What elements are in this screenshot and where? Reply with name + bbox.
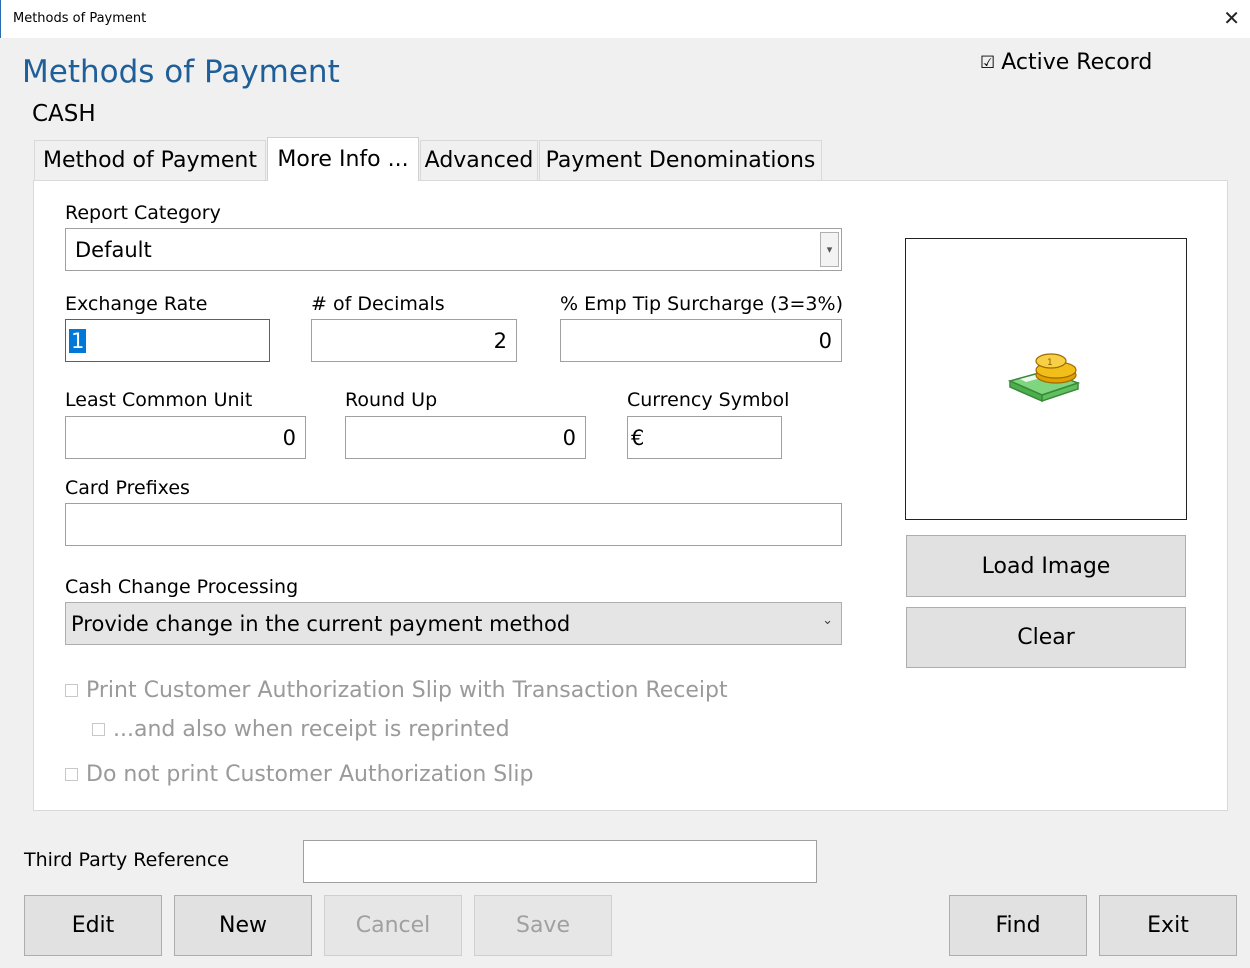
- also-reprinted-label: ...and also when receipt is reprinted: [113, 717, 510, 742]
- print-auth-slip-label: Print Customer Authorization Slip with T…: [86, 678, 728, 703]
- card-prefixes-label: Card Prefixes: [65, 477, 190, 499]
- tip-surcharge-label: % Emp Tip Surcharge (3=3%): [560, 293, 843, 315]
- checkbox-checked-icon: ☑: [980, 52, 996, 73]
- close-icon[interactable]: ✕: [1223, 6, 1240, 30]
- cancel-button[interactable]: Cancel: [324, 895, 462, 956]
- exchange-rate-value: 1: [69, 328, 87, 353]
- exchange-rate-label: Exchange Rate: [65, 293, 208, 315]
- currency-symbol-input[interactable]: €: [627, 416, 782, 459]
- currency-symbol-label: Currency Symbol: [627, 389, 790, 411]
- chevron-down-icon[interactable]: ▾: [820, 232, 839, 267]
- tab-more-info[interactable]: More Info ...: [267, 137, 419, 181]
- report-category-select[interactable]: Default ▾: [65, 228, 842, 271]
- cash-coins-icon: 1: [1007, 353, 1081, 403]
- round-up-label: Round Up: [345, 389, 438, 411]
- exit-button[interactable]: Exit: [1099, 895, 1237, 956]
- tip-surcharge-value: 0: [818, 328, 832, 353]
- chevron-down-icon[interactable]: ⌄: [822, 613, 833, 628]
- card-prefixes-input[interactable]: [65, 503, 842, 546]
- tab-method-of-payment[interactable]: Method of Payment: [34, 140, 266, 180]
- window-title: Methods of Payment: [13, 11, 147, 26]
- currency-symbol-value: €: [631, 425, 645, 450]
- report-category-value: Default: [75, 237, 152, 262]
- checkbox-icon: [65, 768, 78, 781]
- load-image-button[interactable]: Load Image: [906, 535, 1186, 597]
- round-up-value: 0: [562, 425, 576, 450]
- find-button[interactable]: Find: [949, 895, 1087, 956]
- cash-change-value: Provide change in the current payment me…: [71, 611, 571, 636]
- decimals-label: # of Decimals: [311, 293, 445, 315]
- do-not-print-label: Do not print Customer Authorization Slip: [86, 762, 534, 787]
- also-reprinted-checkbox[interactable]: ...and also when receipt is reprinted: [92, 717, 510, 742]
- least-common-unit-value: 0: [282, 425, 296, 450]
- third-party-input[interactable]: [303, 840, 817, 883]
- do-not-print-checkbox[interactable]: Do not print Customer Authorization Slip: [65, 762, 533, 787]
- checkbox-icon: [92, 723, 105, 736]
- third-party-label: Third Party Reference: [24, 849, 229, 871]
- exchange-rate-input[interactable]: 1: [65, 319, 270, 362]
- tab-advanced[interactable]: Advanced: [420, 140, 538, 180]
- cash-change-label: Cash Change Processing: [65, 576, 299, 598]
- active-record-checkbox[interactable]: ☑ Active Record: [980, 50, 1152, 75]
- decimals-input[interactable]: 2: [311, 319, 517, 362]
- least-common-unit-input[interactable]: 0: [65, 416, 306, 459]
- active-record-label: Active Record: [1001, 50, 1153, 75]
- edit-button[interactable]: Edit: [24, 895, 162, 956]
- print-auth-slip-checkbox[interactable]: Print Customer Authorization Slip with T…: [65, 678, 728, 703]
- least-common-unit-label: Least Common Unit: [65, 389, 253, 411]
- checkbox-icon: [65, 684, 78, 697]
- image-preview: 1: [905, 238, 1187, 520]
- round-up-input[interactable]: 0: [345, 416, 586, 459]
- tip-surcharge-input[interactable]: 0: [560, 319, 842, 362]
- new-button[interactable]: New: [174, 895, 312, 956]
- cash-change-select[interactable]: Provide change in the current payment me…: [65, 602, 842, 645]
- decimals-value: 2: [493, 328, 507, 353]
- page-title: Methods of Payment: [22, 54, 340, 90]
- save-button[interactable]: Save: [474, 895, 612, 956]
- report-category-label: Report Category: [65, 202, 221, 224]
- record-name: CASH: [32, 101, 96, 127]
- clear-image-button[interactable]: Clear: [906, 607, 1186, 668]
- tab-payment-denominations[interactable]: Payment Denominations: [539, 140, 822, 180]
- svg-text:1: 1: [1047, 358, 1053, 368]
- window-titlebar: Methods of Payment ✕: [0, 0, 1250, 38]
